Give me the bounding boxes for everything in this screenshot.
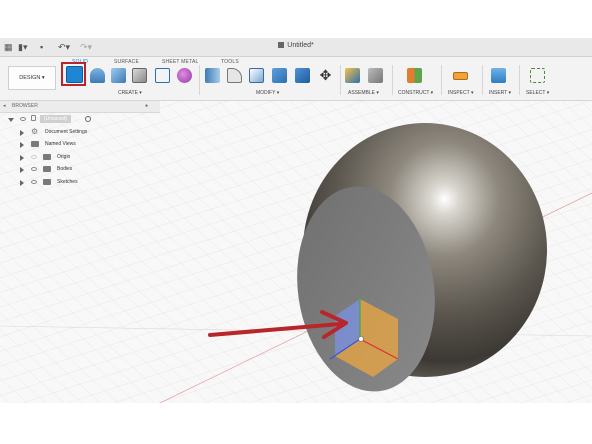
expand-triangle-icon[interactable] — [20, 142, 24, 148]
box-icon[interactable] — [132, 68, 147, 83]
expand-triangle-icon[interactable] — [20, 167, 24, 173]
group-construct-label: CONSTRUCT — [398, 90, 430, 96]
joint-icon[interactable] — [345, 68, 360, 83]
new-sketch-icon[interactable] — [66, 66, 83, 83]
group-modify[interactable]: MODIFY ▾ — [256, 90, 279, 96]
separator — [392, 65, 393, 95]
separator — [199, 65, 200, 95]
revolve-icon[interactable] — [111, 68, 126, 83]
align-icon[interactable] — [295, 68, 310, 83]
browser-item-sketches[interactable]: Sketches — [0, 176, 160, 189]
group-assemble-label: ASSEMBLE — [348, 90, 375, 96]
browser-root-row[interactable]: (Unsaved) — [0, 113, 160, 126]
browser-panel: ◂ BROWSER ● (Unsaved) ⚙ Document Setting… — [0, 101, 160, 196]
tab-sheet-metal[interactable]: SHEET METAL — [162, 59, 198, 65]
folder-icon — [43, 178, 51, 185]
expand-triangle-icon[interactable] — [20, 129, 24, 136]
as-built-joint-icon[interactable] — [368, 68, 383, 83]
collapse-icon[interactable]: ◂ — [3, 101, 6, 112]
group-create-label: CREATE — [118, 90, 138, 96]
folder-icon — [43, 153, 51, 160]
group-inspect-label: INSPECT — [448, 90, 470, 96]
browser-item-named-views[interactable]: Named Views — [0, 138, 160, 151]
press-pull-icon[interactable] — [205, 68, 220, 83]
browser-item-label: Document Settings — [45, 128, 88, 135]
folder-icon — [31, 141, 39, 147]
shell-icon[interactable] — [249, 68, 264, 83]
group-insert[interactable]: INSERT ▾ — [489, 90, 511, 96]
separator — [340, 65, 341, 95]
separator — [519, 65, 520, 95]
browser-item-document-settings[interactable]: ⚙ Document Settings — [0, 126, 160, 139]
origin-point — [358, 336, 364, 342]
combine-icon[interactable] — [272, 68, 287, 83]
group-modify-label: MODIFY — [256, 90, 276, 96]
activate-icon[interactable] — [85, 116, 91, 122]
separator — [482, 65, 483, 95]
browser-header[interactable]: ◂ BROWSER ● — [0, 101, 160, 113]
browser-item-label: Bodies — [57, 166, 73, 172]
browser-title: BROWSER — [12, 103, 38, 109]
measure-icon[interactable] — [453, 72, 468, 80]
browser-item-label: Named Views — [45, 141, 76, 147]
offset-plane-icon[interactable] — [407, 68, 422, 83]
visibility-eye-icon[interactable] — [31, 179, 37, 184]
group-create[interactable]: CREATE ▾ — [118, 90, 142, 96]
extrude-icon[interactable] — [90, 68, 105, 83]
visibility-eye-icon[interactable] — [20, 117, 26, 121]
browser-item-bodies[interactable]: Bodies — [0, 163, 160, 176]
browser-item-origin[interactable]: Origin — [0, 151, 160, 164]
move-icon[interactable]: ✥ — [318, 68, 333, 83]
ribbon-toolbar: DESIGN ▾ SOLID SURFACE SHEET METAL TOOLS… — [0, 57, 592, 101]
select-window-icon[interactable] — [530, 68, 545, 83]
document-cube-icon — [278, 42, 285, 48]
browser-root-label[interactable]: (Unsaved) — [40, 115, 72, 123]
fusion-app-window: ▦ ▮▾ ▪ ↶▾ ↷▾ Untitled* DESIGN ▾ SOLID SU… — [0, 38, 592, 403]
folder-icon — [43, 166, 51, 172]
separator — [441, 65, 442, 95]
document-tab[interactable]: Untitled* — [0, 42, 592, 49]
document-title: Untitled* — [287, 42, 314, 49]
group-construct[interactable]: CONSTRUCT ▾ — [398, 90, 433, 96]
workspace-switcher[interactable]: DESIGN ▾ — [8, 66, 56, 90]
component-icon — [31, 115, 36, 121]
group-insert-label: INSERT — [489, 90, 508, 96]
insert-image-icon[interactable] — [491, 68, 506, 83]
browser-item-label: Sketches — [57, 178, 78, 185]
settings-gear-icon: ⚙ — [31, 126, 39, 136]
visibility-eye-icon[interactable] — [31, 154, 37, 159]
form-icon[interactable] — [177, 68, 192, 83]
tab-tools[interactable]: TOOLS — [221, 59, 239, 65]
group-assemble[interactable]: ASSEMBLE ▾ — [348, 90, 379, 96]
sketch-icon[interactable] — [155, 68, 170, 83]
fillet-icon[interactable] — [227, 68, 242, 83]
pin-icon[interactable]: ● — [145, 101, 148, 112]
expand-triangle-icon[interactable] — [8, 118, 14, 122]
expand-triangle-icon[interactable] — [20, 179, 24, 186]
group-select-label: SELECT — [526, 90, 546, 96]
expand-triangle-icon[interactable] — [20, 154, 24, 161]
browser-item-label: Origin — [57, 153, 71, 160]
visibility-eye-icon[interactable] — [31, 167, 37, 171]
workspace-label: DESIGN — [19, 75, 41, 81]
tab-surface[interactable]: SURFACE — [114, 59, 139, 65]
group-inspect[interactable]: INSPECT ▾ — [448, 90, 474, 96]
group-select[interactable]: SELECT ▾ — [526, 90, 549, 96]
title-bar: ▦ ▮▾ ▪ ↶▾ ↷▾ Untitled* — [0, 38, 592, 57]
